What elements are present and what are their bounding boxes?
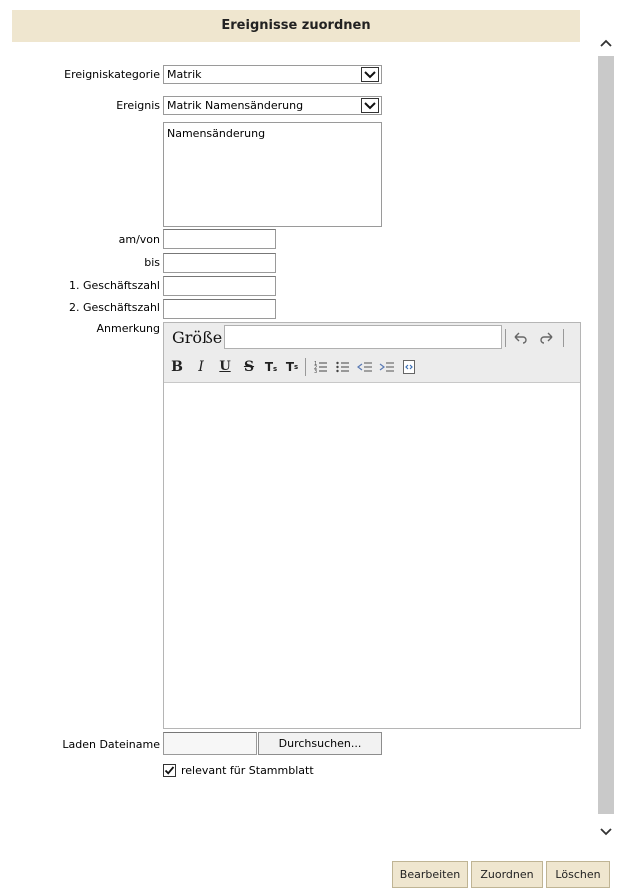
toolbar-separator [505,329,506,347]
undo-icon[interactable] [511,329,529,347]
underline-icon[interactable]: U [216,358,234,376]
assign-button[interactable]: Zuordnen [471,861,543,888]
category-label: Ereigniskategorie [64,68,160,81]
event-description-text: Namensänderung [167,127,266,140]
strikethrough-icon[interactable]: S [240,358,258,376]
outdent-icon[interactable] [356,358,374,376]
scroll-down-icon[interactable] [598,823,614,841]
font-size-input[interactable] [224,325,502,349]
delete-button[interactable]: Löschen [546,861,610,888]
category-select-value: Matrik [167,68,202,81]
chevron-down-icon[interactable] [361,67,379,82]
ordered-list-icon[interactable]: 123 [312,358,330,376]
dialog-title: Ereignisse zuordnen [221,18,371,33]
italic-icon[interactable]: I [192,358,210,376]
svg-text:3: 3 [314,369,317,375]
toolbar-separator [563,329,564,347]
relevant-checkbox[interactable] [163,764,176,777]
toolbar-separator [305,358,306,376]
date-from-label: am/von [118,233,160,246]
event-description-textarea[interactable]: Namensänderung [163,122,382,227]
event-label: Ereignis [116,99,160,112]
redo-icon[interactable] [538,329,556,347]
file-input[interactable] [163,732,257,755]
case-number-2-label: 2. Geschäftszahl [68,301,160,314]
file-label: Laden Dateiname [62,738,160,751]
chevron-down-icon[interactable] [361,98,379,113]
unordered-list-icon[interactable] [334,358,352,376]
browse-button[interactable]: Durchsuchen... [258,732,382,755]
category-select[interactable]: Matrik [163,65,382,84]
checkmark-icon [164,766,175,775]
event-select[interactable]: Matrik Namensänderung [163,96,382,115]
date-to-input[interactable] [163,253,276,273]
vertical-scrollbar[interactable] [598,56,614,814]
edit-button[interactable]: Bearbeiten [392,861,468,888]
case-number-2-input[interactable] [163,299,276,319]
relevant-label: relevant für Stammblatt [181,764,314,777]
case-number-1-label: 1. Geschäftszahl [68,279,160,292]
note-label: Anmerkung [96,322,160,335]
font-size-label: Größe [172,328,223,347]
indent-icon[interactable] [378,358,396,376]
subscript-icon[interactable]: Ts [262,358,280,376]
date-from-input[interactable] [163,229,276,249]
date-to-label: bis [144,256,160,269]
case-number-1-input[interactable] [163,276,276,296]
scroll-up-icon[interactable] [598,34,614,52]
note-editor[interactable] [163,322,581,729]
superscript-icon[interactable]: Ts [283,358,301,376]
bold-icon[interactable]: B [168,358,186,376]
event-select-value: Matrik Namensänderung [167,99,304,112]
source-icon[interactable] [400,358,418,376]
